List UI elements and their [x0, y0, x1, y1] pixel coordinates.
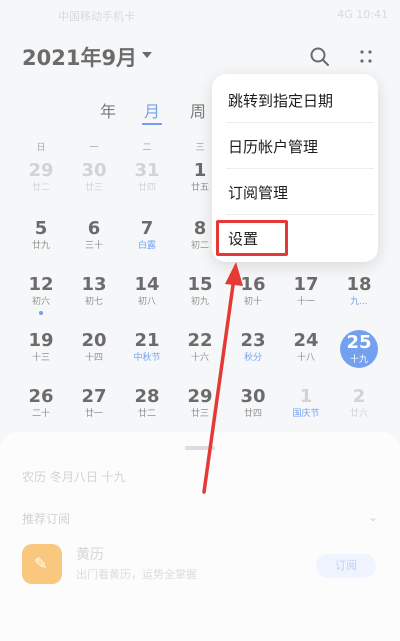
settings-highlight-box	[216, 220, 288, 256]
menu-divider	[226, 168, 374, 169]
menu-divider	[226, 122, 374, 123]
menu-item-subscription-management[interactable]: 订阅管理	[228, 182, 368, 203]
menu-item-account-management[interactable]: 日历帐户管理	[228, 136, 368, 157]
menu-item-jump-to-date[interactable]: 跳转到指定日期	[228, 90, 368, 111]
menu-divider	[226, 214, 374, 215]
